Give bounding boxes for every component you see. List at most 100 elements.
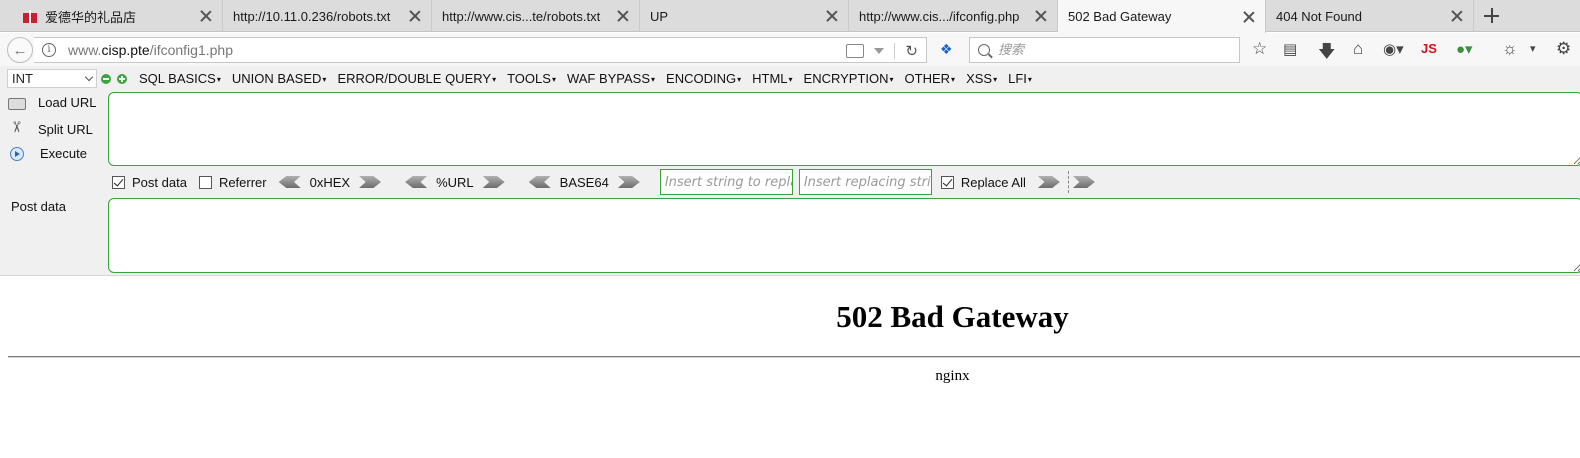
js-toggle-icon[interactable]: JS <box>1421 41 1437 61</box>
tab-title: UP <box>650 8 669 24</box>
tab-ifconfig[interactable]: http://www.cis.../ifconfig.php <box>849 0 1058 32</box>
menu-xss[interactable]: XSS <box>966 71 997 86</box>
close-icon[interactable] <box>1241 9 1257 25</box>
decrease-icon[interactable] <box>101 74 111 84</box>
search-input[interactable] <box>998 42 1218 58</box>
page-title: 502 Bad Gateway <box>836 299 1069 334</box>
divider <box>1067 171 1069 193</box>
tab-title: http://10.11.0.236/robots.txt <box>233 8 391 24</box>
mode-select[interactable]: INT <box>7 69 97 88</box>
menu-html[interactable]: HTML <box>752 71 792 86</box>
menu-encryption[interactable]: ENCRYPTION <box>804 71 894 86</box>
info-icon[interactable]: i <box>42 43 56 57</box>
search-box <box>969 37 1240 63</box>
globe-icon[interactable]: ◉▾ <box>1383 40 1404 60</box>
close-icon[interactable] <box>198 8 214 24</box>
tab-404-not-found[interactable]: 404 Not Found <box>1266 0 1474 32</box>
star-icon[interactable]: ☆ <box>1252 39 1267 59</box>
replace-all-label: Replace All <box>960 174 1026 190</box>
page-content: 502 Bad Gateway nginx <box>0 277 1580 458</box>
close-icon[interactable] <box>407 8 423 24</box>
base64-decode-arrow-icon[interactable] <box>528 176 551 188</box>
menu-sql-basics[interactable]: SQL BASICS <box>139 71 221 86</box>
base64-label: BASE64 <box>559 174 609 190</box>
replace-all-checkbox[interactable] <box>940 175 954 189</box>
load-url-button[interactable]: Load URL <box>8 95 97 110</box>
increase-icon[interactable] <box>117 74 127 84</box>
download-icon[interactable]: 🡇 <box>1318 39 1335 61</box>
url-textarea[interactable] <box>108 92 1580 166</box>
tab-title: 502 Bad Gateway <box>1068 9 1172 24</box>
tab-title: 404 Not Found <box>1276 8 1363 24</box>
referrer-checkbox-label: Referrer <box>218 174 267 190</box>
horizontal-rule <box>8 356 1580 358</box>
url-encode-label: %URL <box>436 174 474 190</box>
hex-decode-arrow-icon[interactable] <box>278 176 301 188</box>
tab-robots-10-11[interactable]: http://10.11.0.236/robots.txt <box>223 0 432 32</box>
home-icon[interactable]: ⌂ <box>1353 39 1363 59</box>
tab-gift-shop[interactable]: 爱德华的礼品店 <box>12 0 223 32</box>
tab-502-bad-gateway[interactable]: 502 Bad Gateway <box>1058 0 1266 33</box>
close-icon[interactable] <box>615 8 631 24</box>
replace-string-input[interactable] <box>659 169 793 195</box>
gift-icon <box>22 9 38 23</box>
hex-label: 0xHEX <box>309 174 351 190</box>
url-bar[interactable]: i www.cisp.pte/ifconfig1.php ↻ <box>34 37 927 63</box>
menu-tools[interactable]: TOOLS <box>507 71 556 86</box>
menu-encoding[interactable]: ENCODING <box>666 71 741 86</box>
menu-other[interactable]: OTHER <box>905 71 956 86</box>
reload-icon[interactable]: ↻ <box>905 42 918 60</box>
close-icon[interactable] <box>1449 8 1465 24</box>
hex-encode-arrow-icon[interactable] <box>359 176 382 188</box>
url-encode-arrow-icon[interactable] <box>482 176 505 188</box>
hackbar-panel: INT SQL BASICS UNION BASED ERROR/DOUBLE … <box>0 66 1580 276</box>
hackbar-menu-line: INT SQL BASICS UNION BASED ERROR/DOUBLE … <box>0 66 1580 90</box>
new-tab-icon[interactable] <box>1481 5 1503 27</box>
split-url-button[interactable]: Split URL <box>8 121 93 137</box>
post-data-checkbox[interactable] <box>112 175 125 189</box>
mode-select-value: INT <box>12 71 33 86</box>
execute-button[interactable]: Execute <box>8 146 87 161</box>
monitor-icon[interactable] <box>846 44 865 58</box>
replace-back-arrow-icon[interactable] <box>1072 176 1095 188</box>
base64-encode-arrow-icon[interactable] <box>617 176 640 188</box>
search-icon <box>978 44 990 56</box>
post-data-checkbox-label: Post data <box>132 174 187 190</box>
tab-cisp-robots[interactable]: http://www.cis...te/robots.txt <box>432 0 640 32</box>
url-host: cisp.pte <box>101 42 150 58</box>
back-button[interactable]: ← <box>7 37 33 63</box>
url-prefix: www. <box>68 42 102 58</box>
menu-waf-bypass[interactable]: WAF BYPASS <box>567 71 655 86</box>
post-data-label: Post data <box>11 199 66 214</box>
close-icon[interactable] <box>824 8 840 24</box>
menu-union-based[interactable]: UNION BASED <box>232 71 327 86</box>
hackbar-options-line: Post data Referrer 0xHEX %URL BASE64 Rep… <box>112 169 1095 195</box>
chevron-down-icon[interactable] <box>874 48 885 54</box>
overflow-chevron-icon[interactable]: ▾ <box>1530 42 1536 62</box>
reader-list-icon[interactable]: ▤ <box>1283 40 1297 60</box>
close-icon[interactable] <box>1033 8 1049 24</box>
menu-error-double-query[interactable]: ERROR/DOUBLE QUERY <box>337 71 496 86</box>
extension-bird-icon[interactable]: ❖ <box>940 41 958 57</box>
extension-icon[interactable]: ⚙ <box>1556 39 1571 59</box>
load-url-label: Load URL <box>38 95 97 110</box>
menu-lfi[interactable]: LFI <box>1008 71 1032 86</box>
scissors-icon <box>8 121 26 137</box>
chevron-down-icon <box>84 72 94 82</box>
replace-arrow-icon[interactable] <box>1037 176 1060 188</box>
palette-icon[interactable]: ☼ <box>1502 39 1518 59</box>
split-url-label: Split URL <box>38 121 93 137</box>
execute-label: Execute <box>40 146 87 161</box>
back-arrow-icon: ← <box>12 41 28 59</box>
url-decode-arrow-icon[interactable] <box>405 176 428 188</box>
divider <box>894 43 896 59</box>
tab-title: http://www.cis...te/robots.txt <box>442 8 601 24</box>
url-actions: ↻ <box>846 42 918 60</box>
url-text[interactable]: www.cisp.pte/ifconfig1.php <box>68 42 233 58</box>
replacing-string-input[interactable] <box>798 169 932 195</box>
tab-up[interactable]: UP <box>640 0 849 32</box>
post-data-textarea[interactable] <box>108 198 1580 273</box>
load-url-icon <box>8 98 26 110</box>
referrer-checkbox[interactable] <box>198 175 212 189</box>
translate-icon[interactable]: ●▾ <box>1456 40 1473 60</box>
